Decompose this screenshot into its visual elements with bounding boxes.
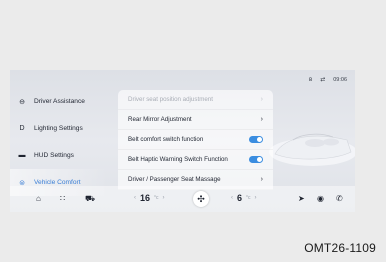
row-label: Belt Haptic Warning Switch Function	[128, 156, 228, 163]
right-temperature[interactable]: ‹ 6 °c ›	[231, 193, 257, 203]
belt-comfort-switch-row: Belt comfort switch function	[118, 130, 273, 150]
infotainment-screen: ʙ ⇄ 09:06 ⊖ Driver Assistance D Lighting…	[10, 70, 355, 212]
temp-up-icon[interactable]: ›	[255, 195, 257, 201]
row-label: Rear Mirror Adjustment	[128, 116, 192, 123]
status-time: 09:06	[333, 76, 347, 83]
driver-seat-position-row[interactable]: Driver seat position adjustment ›	[118, 90, 273, 110]
sidebar-item-label: Vehicle Comfort	[34, 179, 81, 186]
hud-icon: ▬	[18, 152, 26, 159]
temp-unit: °c	[154, 195, 159, 201]
sidebar-item-label: Driver Assistance	[34, 98, 85, 105]
sidebar-item-hud-settings[interactable]: ▬ HUD Settings	[10, 142, 108, 169]
status-bar: ʙ ⇄ 09:06	[309, 76, 347, 84]
chevron-right-icon: ›	[260, 176, 263, 183]
fan-icon: ✣	[197, 193, 205, 204]
left-temp-value: 16	[140, 193, 151, 203]
temp-down-icon[interactable]: ‹	[231, 195, 233, 201]
temp-unit: °c	[246, 195, 251, 201]
rear-mirror-adjustment-row[interactable]: Rear Mirror Adjustment ›	[118, 110, 273, 130]
apps-icon[interactable]: ∷	[60, 194, 65, 203]
temp-down-icon[interactable]: ‹	[134, 195, 136, 201]
row-label: Belt comfort switch function	[128, 136, 204, 143]
belt-haptic-warning-row: Belt Haptic Warning Switch Function	[118, 150, 273, 170]
figure-code: OMT26-1109	[304, 241, 376, 255]
row-label: Driver seat position adjustment	[128, 96, 213, 103]
belt-comfort-toggle[interactable]	[249, 136, 263, 143]
sidebar-item-label: Lighting Settings	[34, 125, 83, 132]
comfort-settings-list: Driver seat position adjustment › Rear M…	[118, 90, 273, 190]
signal-icon: ⇄	[320, 77, 326, 83]
home-icon[interactable]: ⌂	[36, 194, 41, 203]
car-icon[interactable]: ⛟	[85, 194, 95, 204]
chevron-right-icon: ›	[260, 96, 263, 103]
phone-icon[interactable]: ✆	[336, 194, 343, 203]
headlight-icon: D	[19, 125, 25, 132]
settings-sidebar: ⊖ Driver Assistance D Lighting Settings …	[10, 88, 108, 196]
row-label: Driver / Passenger Seat Massage	[128, 176, 221, 183]
bottom-dock: ⌂ ∷ ⛟ ‹ 16 °c › ✣ ‹ 6 °c › ➤ ◉ ✆	[10, 186, 355, 212]
belt-haptic-toggle[interactable]	[249, 156, 263, 163]
media-icon[interactable]: ◉	[317, 194, 324, 203]
sidebar-item-lighting-settings[interactable]: D Lighting Settings	[10, 115, 108, 142]
sidebar-item-label: HUD Settings	[34, 152, 74, 159]
left-temperature[interactable]: ‹ 16 °c ›	[134, 193, 165, 203]
bluetooth-icon: ʙ	[309, 76, 313, 83]
sidebar-item-driver-assistance[interactable]: ⊖ Driver Assistance	[10, 88, 108, 115]
navigation-icon[interactable]: ➤	[298, 194, 305, 203]
fan-button[interactable]: ✣	[193, 191, 209, 207]
right-temp-value: 6	[237, 193, 243, 203]
temp-up-icon[interactable]: ›	[163, 195, 165, 201]
chevron-right-icon: ›	[260, 116, 263, 123]
steering-wheel-icon: ⊖	[19, 98, 25, 106]
